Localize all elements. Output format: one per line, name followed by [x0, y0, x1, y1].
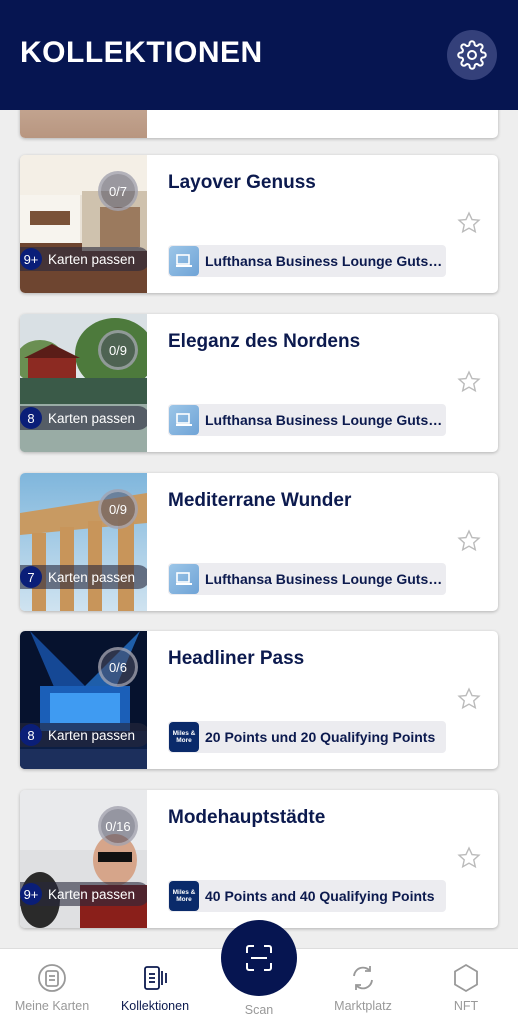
match-label: Karten passen: [48, 410, 136, 426]
match-count: 9+: [20, 883, 42, 905]
progress-indicator: 0/9: [98, 489, 138, 529]
gear-icon: [457, 40, 487, 70]
star-icon[interactable]: [456, 369, 482, 395]
progress-indicator: 0/7: [98, 171, 138, 211]
collection-card[interactable]: 0/6 8 Karten passen Headliner Pass Miles…: [20, 631, 498, 769]
collections-icon: [144, 966, 167, 990]
reward-chip: Lufthansa Business Lounge Gutsc...: [168, 404, 446, 436]
refresh-icon: [353, 966, 373, 990]
star-icon[interactable]: [456, 686, 482, 712]
scan-label: Scan: [244, 1003, 274, 1017]
nav-label: Kollektionen: [120, 999, 190, 1013]
collection-image: 0/16 9+ Karten passen: [20, 790, 147, 928]
matching-cards-badge: 8 Karten passen: [20, 723, 147, 747]
collection-card[interactable]: 0/7 9+ Karten passen Layover Genuss Luft…: [20, 155, 498, 293]
nft-icon: [454, 963, 478, 993]
page-title: KOLLEKTIONEN: [20, 36, 263, 69]
match-count: 8: [20, 407, 42, 429]
match-label: Karten passen: [48, 251, 136, 267]
app-header: KOLLEKTIONEN: [0, 0, 518, 110]
match-count: 8: [20, 724, 42, 746]
scan-icon: [246, 945, 272, 971]
matching-cards-badge: 7 Karten passen: [20, 565, 147, 589]
match-label: Karten passen: [48, 569, 136, 585]
collection-card[interactable]: 0/9 7 Karten passen Mediterrane Wunder L…: [20, 473, 498, 611]
match-label: Karten passen: [48, 727, 136, 743]
collection-title: Mediterrane Wunder: [168, 490, 352, 511]
reward-chip: Lufthansa Business Lounge Gutsc...: [168, 245, 446, 277]
nav-kollektionen[interactable]: Kollektionen: [105, 963, 205, 1013]
cards-icon: [38, 964, 66, 992]
collection-image: 0/9 8 Karten passen: [20, 314, 147, 452]
match-count: 7: [20, 566, 42, 588]
nav-label: Marktplatz: [334, 999, 392, 1013]
collection-image: 0/7 9+ Karten passen: [20, 155, 147, 293]
reward-text: Lufthansa Business Lounge Gutsc...: [205, 253, 443, 269]
reward-text: Lufthansa Business Lounge Gutsc...: [205, 412, 443, 428]
star-icon[interactable]: [456, 528, 482, 554]
progress-indicator: 0/9: [98, 330, 138, 370]
nav-nft[interactable]: NFT: [416, 963, 516, 1013]
reward-chip: Miles & More 40 Points and 40 Qualifying…: [168, 880, 446, 912]
progress-indicator: 0/6: [98, 647, 138, 687]
collection-card[interactable]: 0/16 9+ Karten passen Modehauptstädte Mi…: [20, 790, 498, 928]
collection-title: Headliner Pass: [168, 648, 305, 669]
collection-card[interactable]: 0/9 8 Karten passen Eleganz des Nordens …: [20, 314, 498, 452]
reward-chip: Miles & More 20 Points und 20 Qualifying…: [168, 721, 446, 753]
collection-list[interactable]: 0/7 9+ Karten passen Layover Genuss Luft…: [0, 110, 518, 948]
matching-cards-badge: 9+ Karten passen: [20, 247, 147, 271]
matching-cards-badge: 8 Karten passen: [20, 406, 147, 430]
star-icon[interactable]: [456, 845, 482, 871]
settings-button[interactable]: [447, 30, 497, 80]
collection-title: Layover Genuss: [168, 172, 316, 193]
progress-indicator: 0/16: [98, 806, 138, 846]
reward-text: 40 Points and 40 Qualifying Points: [205, 888, 435, 904]
lounge-icon: [169, 246, 199, 276]
reward-chip: Lufthansa Business Lounge Gutsc...: [168, 563, 446, 595]
collection-image: 0/6 8 Karten passen: [20, 631, 147, 769]
miles-and-more-icon: Miles & More: [169, 722, 199, 752]
nav-meine-karten[interactable]: Meine Karten: [2, 963, 102, 1013]
reward-text: Lufthansa Business Lounge Gutsc...: [205, 571, 443, 587]
collection-image: [20, 110, 147, 138]
nav-marktplatz[interactable]: Marktplatz: [313, 963, 413, 1013]
matching-cards-badge: 9+ Karten passen: [20, 882, 147, 906]
collection-title: Eleganz des Nordens: [168, 331, 361, 352]
match-label: Karten passen: [48, 886, 136, 902]
scan-button[interactable]: [221, 920, 297, 996]
collection-image: 0/9 7 Karten passen: [20, 473, 147, 611]
lounge-icon: [169, 405, 199, 435]
lounge-icon: [169, 564, 199, 594]
collection-card-partial[interactable]: [20, 110, 498, 138]
match-count: 9+: [20, 248, 42, 270]
star-icon[interactable]: [456, 210, 482, 236]
miles-and-more-icon: Miles & More: [169, 881, 199, 911]
reward-text: 20 Points und 20 Qualifying Points: [205, 729, 436, 745]
collection-title: Modehauptstädte: [168, 807, 326, 828]
nav-label: NFT: [453, 999, 479, 1013]
nav-label: Meine Karten: [14, 999, 90, 1013]
